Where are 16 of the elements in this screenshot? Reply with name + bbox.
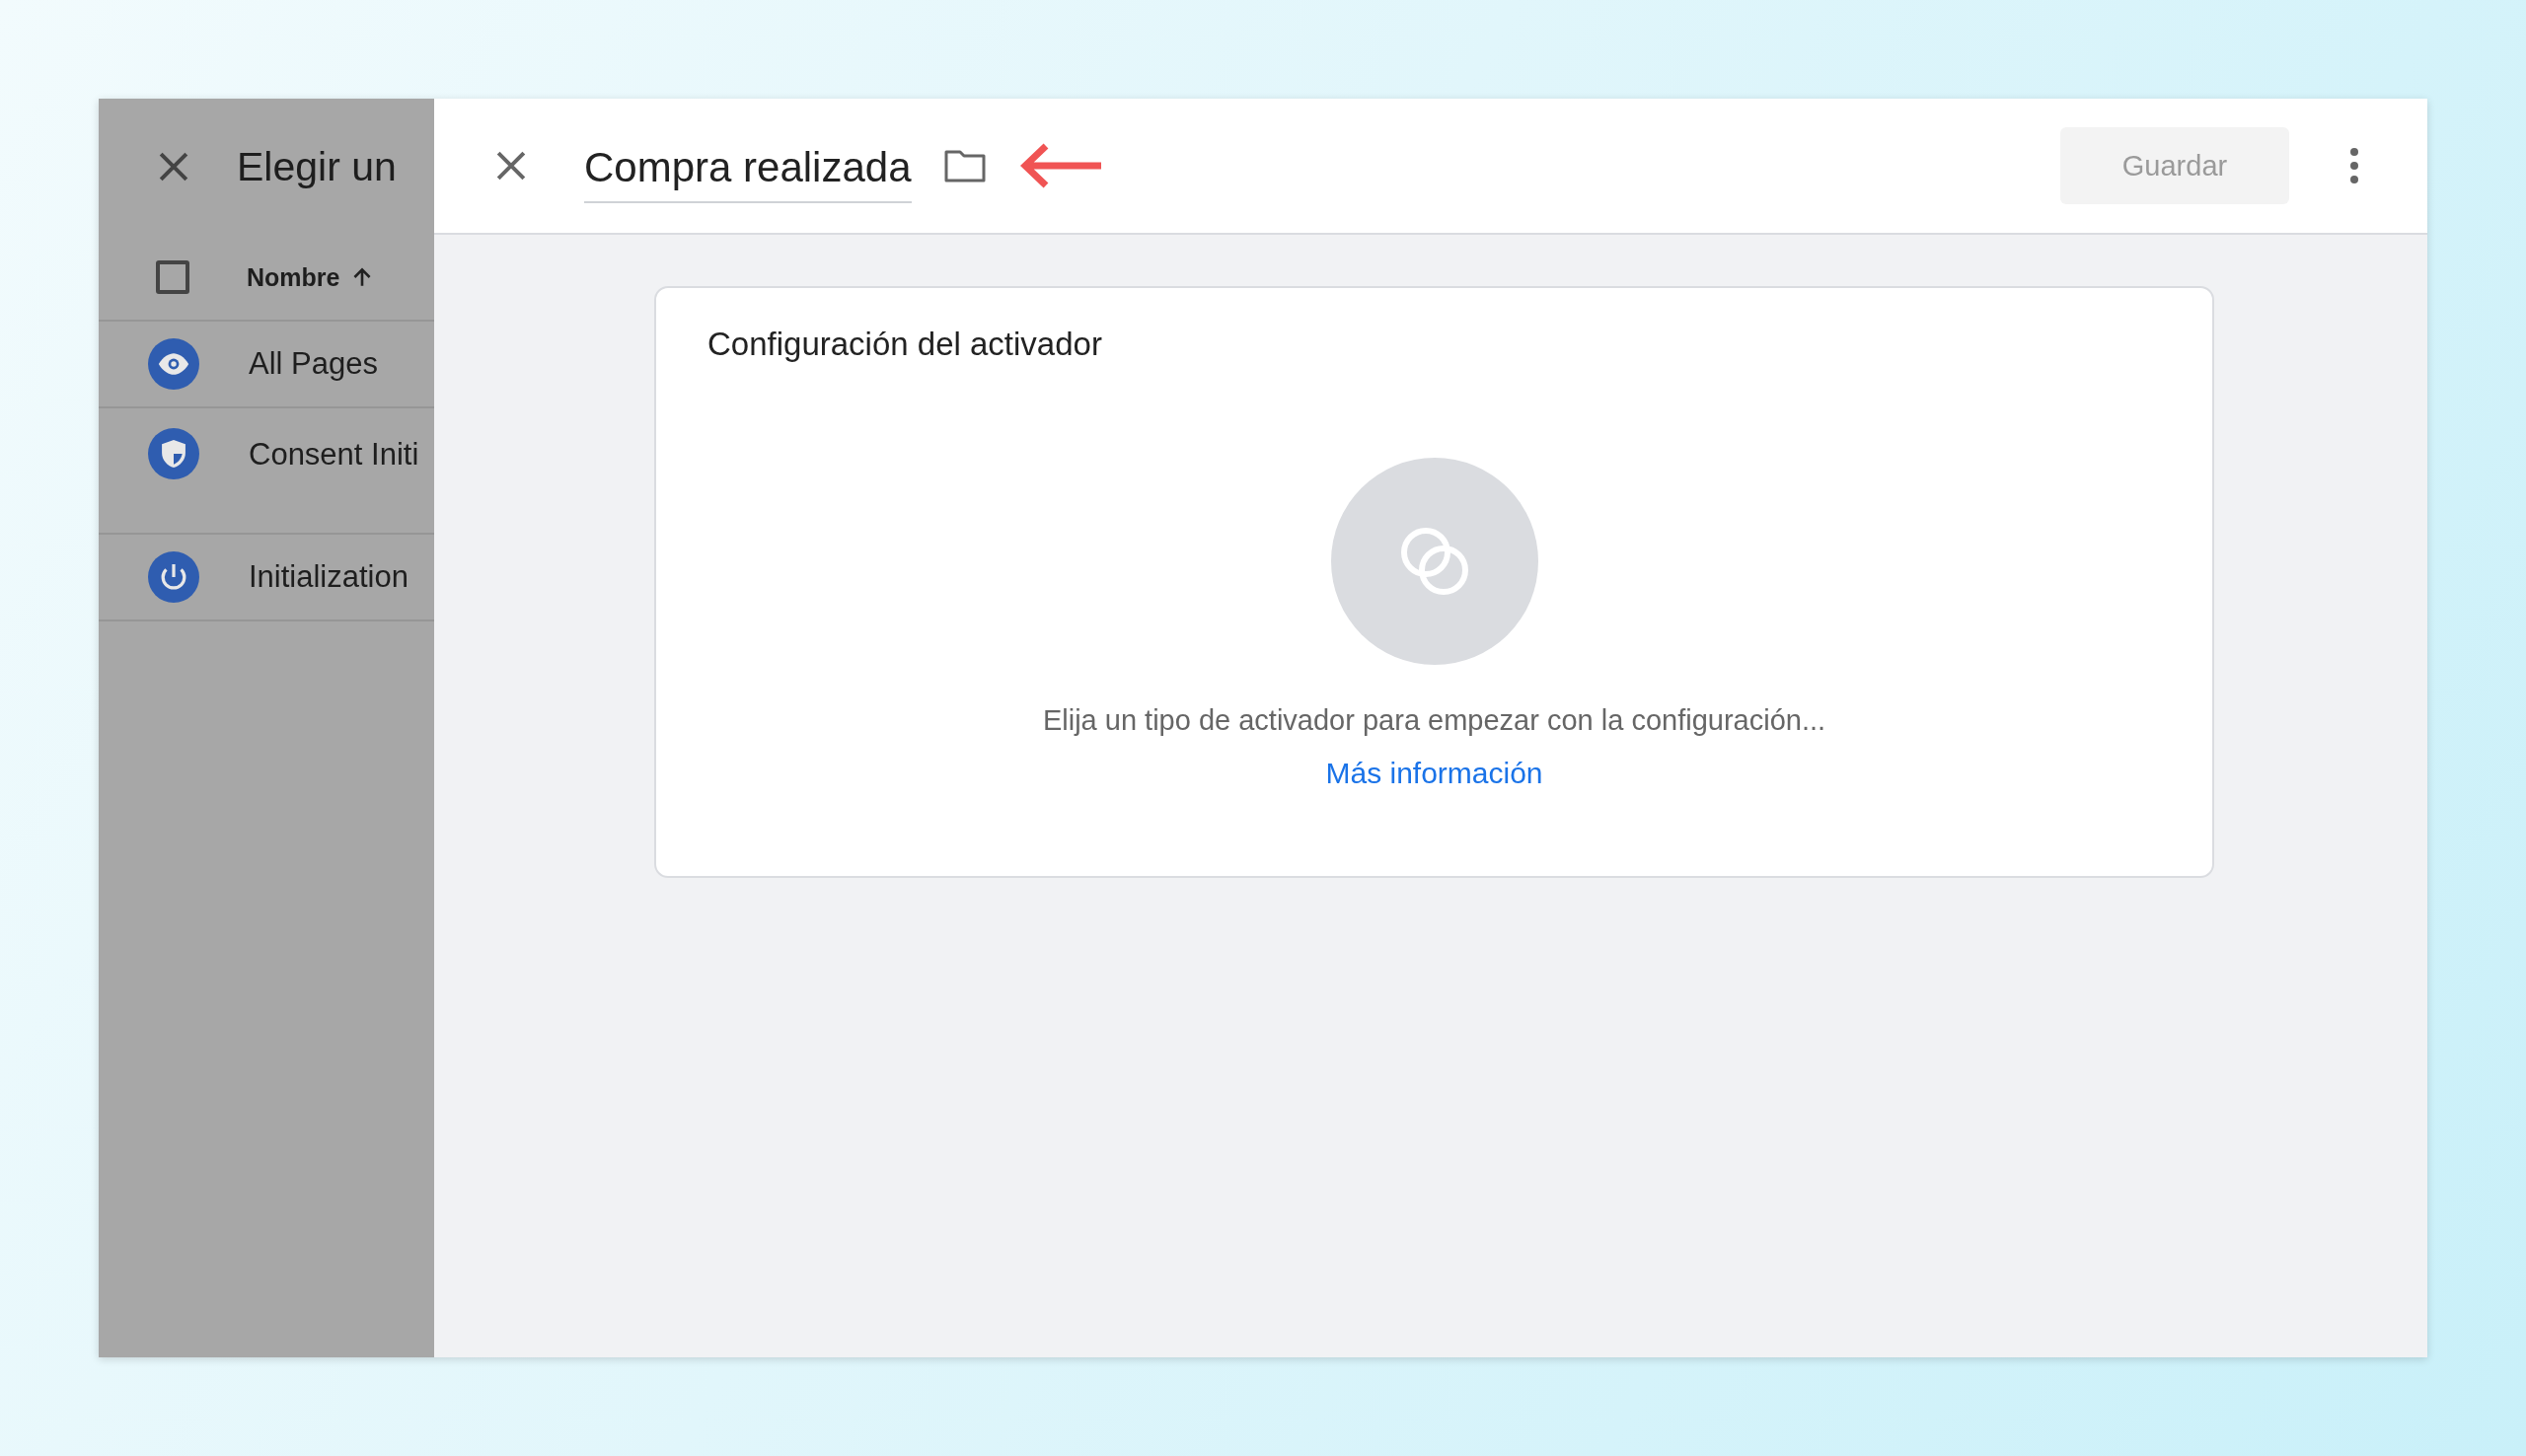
name-field[interactable]: Compra realizada [584, 136, 912, 203]
more-options-icon[interactable] [2348, 146, 2360, 185]
card-title: Configuración del activador [707, 326, 1102, 363]
checkbox[interactable] [156, 260, 189, 294]
power-icon [148, 551, 199, 603]
column-header[interactable]: Nombre [247, 262, 340, 292]
learn-more-link[interactable]: Más información [1325, 757, 1543, 790]
tag-name[interactable]: Initialization [249, 559, 409, 595]
tag-name[interactable]: Consent Initi [249, 428, 419, 473]
arrow-icon [1019, 142, 1103, 189]
shield-icon [148, 428, 199, 479]
panel-title: Elegir un [237, 143, 397, 190]
eye-icon [148, 338, 199, 390]
folder-icon[interactable] [942, 148, 987, 183]
hint-text: Elija un tipo de activador para empezar con la configuración... [1042, 704, 1826, 737]
tag-name[interactable]: All Pages [249, 346, 378, 382]
